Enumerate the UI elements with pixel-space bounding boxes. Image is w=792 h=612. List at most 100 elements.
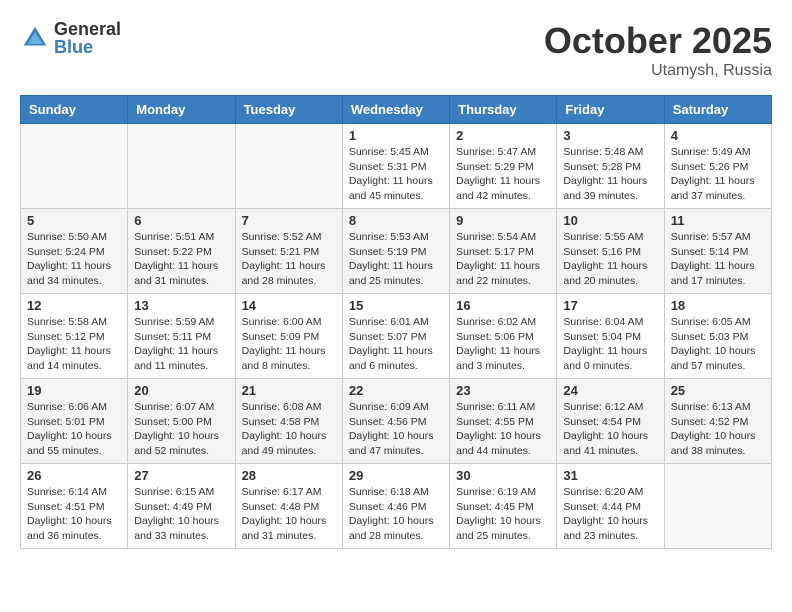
calendar-cell: 12 Sunrise: 5:58 AM Sunset: 5:12 PM Dayli… <box>21 294 128 379</box>
logo-general-text: General <box>54 20 121 38</box>
week-row: 12 Sunrise: 5:58 AM Sunset: 5:12 PM Dayli… <box>21 294 772 379</box>
day-info: Sunrise: 5:50 AM Sunset: 5:24 PM Dayligh… <box>27 230 121 289</box>
day-number: 12 <box>27 298 121 313</box>
day-info: Sunrise: 6:08 AM Sunset: 4:58 PM Dayligh… <box>242 400 336 459</box>
day-number: 10 <box>563 213 657 228</box>
day-number: 13 <box>134 298 228 313</box>
day-info: Sunrise: 6:14 AM Sunset: 4:51 PM Dayligh… <box>27 485 121 544</box>
logo: General Blue <box>20 20 121 56</box>
day-number: 14 <box>242 298 336 313</box>
day-info: Sunrise: 5:53 AM Sunset: 5:19 PM Dayligh… <box>349 230 443 289</box>
calendar-cell <box>664 464 771 549</box>
month-title: October 2025 <box>544 20 772 62</box>
calendar-cell: 14 Sunrise: 6:00 AM Sunset: 5:09 PM Dayli… <box>235 294 342 379</box>
calendar-table: SundayMondayTuesdayWednesdayThursdayFrid… <box>20 95 772 549</box>
day-number: 7 <box>242 213 336 228</box>
day-number: 5 <box>27 213 121 228</box>
day-number: 6 <box>134 213 228 228</box>
day-number: 23 <box>456 383 550 398</box>
week-row: 26 Sunrise: 6:14 AM Sunset: 4:51 PM Dayli… <box>21 464 772 549</box>
day-number: 21 <box>242 383 336 398</box>
day-number: 27 <box>134 468 228 483</box>
day-info: Sunrise: 6:09 AM Sunset: 4:56 PM Dayligh… <box>349 400 443 459</box>
day-info: Sunrise: 6:00 AM Sunset: 5:09 PM Dayligh… <box>242 315 336 374</box>
day-info: Sunrise: 6:07 AM Sunset: 5:00 PM Dayligh… <box>134 400 228 459</box>
calendar-cell: 3 Sunrise: 5:48 AM Sunset: 5:28 PM Daylig… <box>557 124 664 209</box>
logo-text: General Blue <box>54 20 121 56</box>
day-info: Sunrise: 5:48 AM Sunset: 5:28 PM Dayligh… <box>563 145 657 204</box>
calendar-cell: 26 Sunrise: 6:14 AM Sunset: 4:51 PM Dayli… <box>21 464 128 549</box>
calendar-cell: 4Sunrise: 5:49 AM Sunset: 5:26 PM Daylig… <box>664 124 771 209</box>
calendar-cell: 8 Sunrise: 5:53 AM Sunset: 5:19 PM Daylig… <box>342 209 449 294</box>
logo-icon <box>20 23 50 53</box>
day-number: 22 <box>349 383 443 398</box>
day-info: Sunrise: 5:57 AM Sunset: 5:14 PM Dayligh… <box>671 230 765 289</box>
calendar-cell: 7Sunrise: 5:52 AM Sunset: 5:21 PM Daylig… <box>235 209 342 294</box>
day-info: Sunrise: 5:55 AM Sunset: 5:16 PM Dayligh… <box>563 230 657 289</box>
day-info: Sunrise: 5:45 AM Sunset: 5:31 PM Dayligh… <box>349 145 443 204</box>
calendar-cell: 18 Sunrise: 6:05 AM Sunset: 5:03 PM Dayli… <box>664 294 771 379</box>
day-info: Sunrise: 5:58 AM Sunset: 5:12 PM Dayligh… <box>27 315 121 374</box>
calendar-cell: 16Sunrise: 6:02 AM Sunset: 5:06 PM Dayli… <box>450 294 557 379</box>
day-info: Sunrise: 5:59 AM Sunset: 5:11 PM Dayligh… <box>134 315 228 374</box>
day-number: 24 <box>563 383 657 398</box>
calendar-cell <box>128 124 235 209</box>
day-of-week-header: Wednesday <box>342 96 449 124</box>
calendar-header-row: SundayMondayTuesdayWednesdayThursdayFrid… <box>21 96 772 124</box>
calendar-cell: 21 Sunrise: 6:08 AM Sunset: 4:58 PM Dayli… <box>235 379 342 464</box>
calendar-cell: 30Sunrise: 6:19 AM Sunset: 4:45 PM Dayli… <box>450 464 557 549</box>
day-of-week-header: Saturday <box>664 96 771 124</box>
calendar-cell: 19Sunrise: 6:06 AM Sunset: 5:01 PM Dayli… <box>21 379 128 464</box>
title-block: October 2025 Utamysh, Russia <box>544 20 772 80</box>
day-number: 16 <box>456 298 550 313</box>
day-info: Sunrise: 5:47 AM Sunset: 5:29 PM Dayligh… <box>456 145 550 204</box>
day-number: 17 <box>563 298 657 313</box>
calendar-cell <box>235 124 342 209</box>
day-number: 25 <box>671 383 765 398</box>
day-info: Sunrise: 6:05 AM Sunset: 5:03 PM Dayligh… <box>671 315 765 374</box>
day-of-week-header: Sunday <box>21 96 128 124</box>
calendar-cell: 2Sunrise: 5:47 AM Sunset: 5:29 PM Daylig… <box>450 124 557 209</box>
calendar-cell: 20 Sunrise: 6:07 AM Sunset: 5:00 PM Dayli… <box>128 379 235 464</box>
calendar-cell: 10 Sunrise: 5:55 AM Sunset: 5:16 PM Dayli… <box>557 209 664 294</box>
day-number: 3 <box>563 128 657 143</box>
week-row: 19Sunrise: 6:06 AM Sunset: 5:01 PM Dayli… <box>21 379 772 464</box>
calendar-cell: 5 Sunrise: 5:50 AM Sunset: 5:24 PM Daylig… <box>21 209 128 294</box>
day-number: 30 <box>456 468 550 483</box>
day-number: 4 <box>671 128 765 143</box>
day-info: Sunrise: 5:54 AM Sunset: 5:17 PM Dayligh… <box>456 230 550 289</box>
calendar-cell <box>21 124 128 209</box>
day-info: Sunrise: 6:17 AM Sunset: 4:48 PM Dayligh… <box>242 485 336 544</box>
page-header: General Blue October 2025 Utamysh, Russi… <box>20 20 772 80</box>
calendar-cell: 15 Sunrise: 6:01 AM Sunset: 5:07 PM Dayli… <box>342 294 449 379</box>
calendar-cell: 23 Sunrise: 6:11 AM Sunset: 4:55 PM Dayli… <box>450 379 557 464</box>
calendar-cell: 28 Sunrise: 6:17 AM Sunset: 4:48 PM Dayli… <box>235 464 342 549</box>
calendar-cell: 24 Sunrise: 6:12 AM Sunset: 4:54 PM Dayli… <box>557 379 664 464</box>
day-info: Sunrise: 6:20 AM Sunset: 4:44 PM Dayligh… <box>563 485 657 544</box>
day-info: Sunrise: 6:01 AM Sunset: 5:07 PM Dayligh… <box>349 315 443 374</box>
day-info: Sunrise: 6:13 AM Sunset: 4:52 PM Dayligh… <box>671 400 765 459</box>
day-number: 15 <box>349 298 443 313</box>
day-number: 31 <box>563 468 657 483</box>
day-of-week-header: Monday <box>128 96 235 124</box>
day-number: 28 <box>242 468 336 483</box>
calendar-cell: 13 Sunrise: 5:59 AM Sunset: 5:11 PM Dayli… <box>128 294 235 379</box>
day-number: 18 <box>671 298 765 313</box>
day-info: Sunrise: 6:11 AM Sunset: 4:55 PM Dayligh… <box>456 400 550 459</box>
calendar-cell: 22 Sunrise: 6:09 AM Sunset: 4:56 PM Dayli… <box>342 379 449 464</box>
day-info: Sunrise: 6:18 AM Sunset: 4:46 PM Dayligh… <box>349 485 443 544</box>
day-info: Sunrise: 6:04 AM Sunset: 5:04 PM Dayligh… <box>563 315 657 374</box>
week-row: 1 Sunrise: 5:45 AM Sunset: 5:31 PM Daylig… <box>21 124 772 209</box>
calendar-cell: 29Sunrise: 6:18 AM Sunset: 4:46 PM Dayli… <box>342 464 449 549</box>
calendar-cell: 17 Sunrise: 6:04 AM Sunset: 5:04 PM Dayli… <box>557 294 664 379</box>
day-number: 8 <box>349 213 443 228</box>
day-of-week-header: Tuesday <box>235 96 342 124</box>
day-number: 1 <box>349 128 443 143</box>
calendar-cell: 1 Sunrise: 5:45 AM Sunset: 5:31 PM Daylig… <box>342 124 449 209</box>
day-number: 26 <box>27 468 121 483</box>
calendar-cell: 9Sunrise: 5:54 AM Sunset: 5:17 PM Daylig… <box>450 209 557 294</box>
calendar-cell: 31 Sunrise: 6:20 AM Sunset: 4:44 PM Dayli… <box>557 464 664 549</box>
day-info: Sunrise: 6:12 AM Sunset: 4:54 PM Dayligh… <box>563 400 657 459</box>
day-info: Sunrise: 6:06 AM Sunset: 5:01 PM Dayligh… <box>27 400 121 459</box>
day-number: 20 <box>134 383 228 398</box>
